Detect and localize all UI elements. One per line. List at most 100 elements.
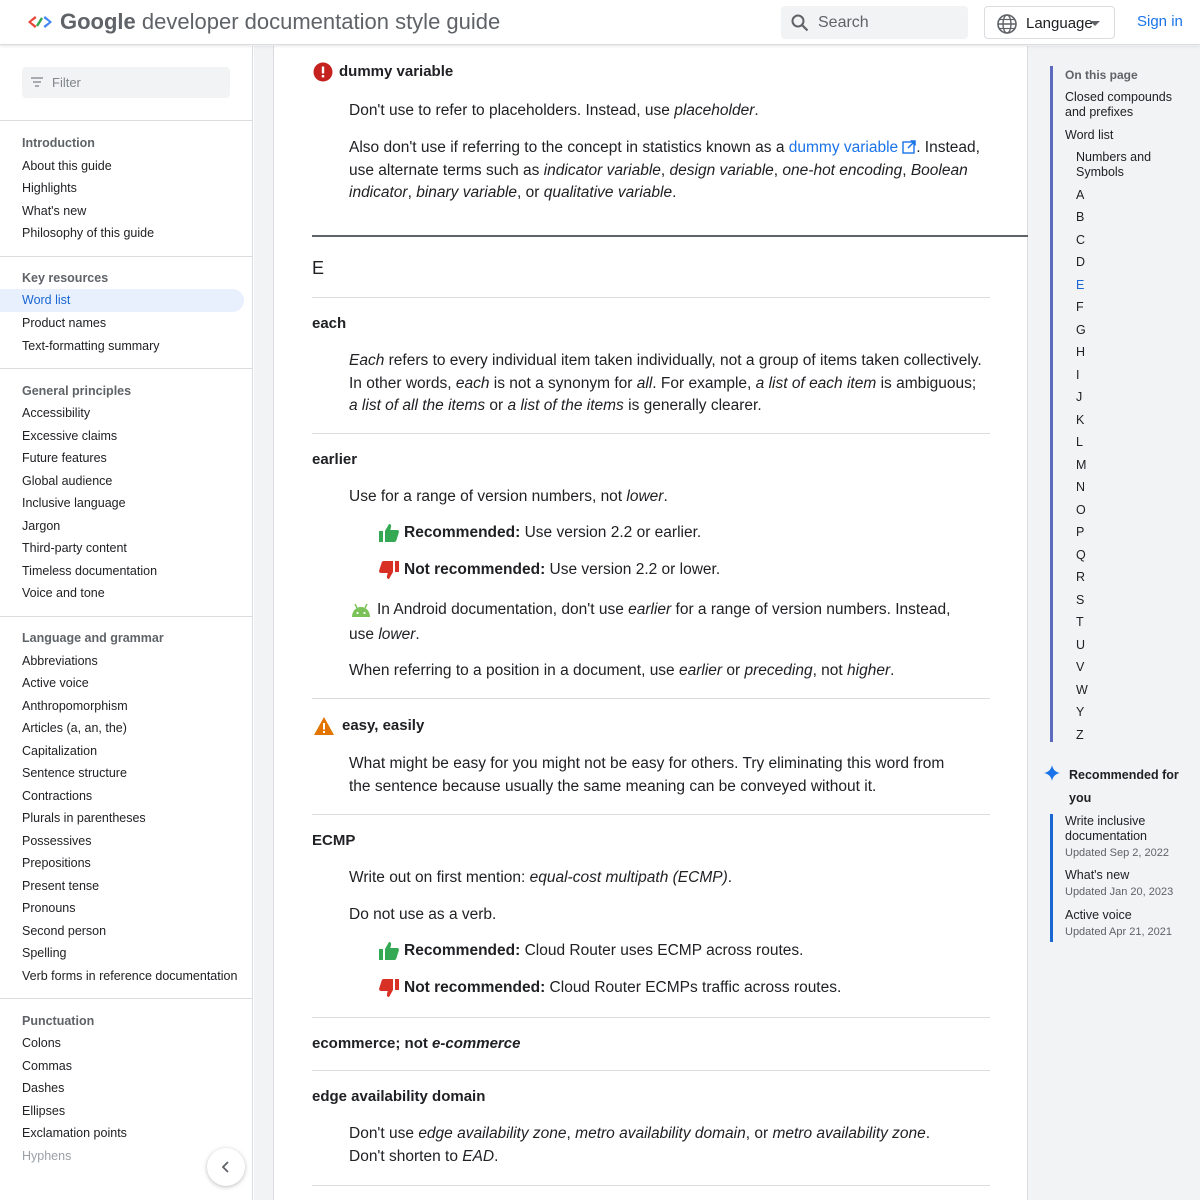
toc-item-word-list[interactable]: Word list — [1065, 128, 1185, 143]
nav-item-articles[interactable]: Articles (a, an, the) — [22, 721, 127, 735]
toc-letter-h[interactable]: H — [1076, 345, 1085, 359]
nav-item-jargon[interactable]: Jargon — [22, 519, 60, 533]
language-selector[interactable]: Language — [984, 6, 1115, 39]
ecmp-paragraph-2: Do not use as a verb. — [349, 906, 497, 923]
nav-item-excessive-claims[interactable]: Excessive claims — [22, 429, 117, 443]
nav-divider — [0, 256, 252, 257]
error-icon — [313, 62, 333, 82]
each-paragraph: Each refers to every individual item tak… — [349, 352, 982, 414]
nav-item-hyphens[interactable]: Hyphens — [22, 1149, 71, 1163]
toc-letter-w[interactable]: W — [1076, 683, 1088, 697]
term-ecmp: ECMP — [312, 832, 356, 849]
toc-letter-c[interactable]: C — [1076, 233, 1085, 247]
nav-item-pronouns[interactable]: Pronouns — [22, 901, 76, 915]
recommended-date: Updated Jan 20, 2023 — [1065, 886, 1174, 898]
toc-letter-l[interactable]: L — [1076, 435, 1083, 449]
nav-item-highlights[interactable]: Highlights — [22, 181, 77, 195]
nav-item-timeless[interactable]: Timeless documentation — [22, 564, 157, 578]
nav-item-contractions[interactable]: Contractions — [22, 789, 92, 803]
nav-item-word-list[interactable]: Word list — [0, 289, 244, 312]
nav-item-prepositions[interactable]: Prepositions — [22, 856, 91, 870]
nav-item-anthropomorphism[interactable]: Anthropomorphism — [22, 699, 128, 713]
search-input[interactable]: Search — [781, 6, 968, 39]
toc-letter-r[interactable]: R — [1076, 570, 1085, 584]
nav-item-philosophy[interactable]: Philosophy of this guide — [22, 226, 154, 240]
toc-letter-f[interactable]: F — [1076, 300, 1084, 314]
toc-letter-j[interactable]: J — [1076, 390, 1082, 404]
nav-item-text-formatting[interactable]: Text-formatting summary — [22, 339, 160, 353]
nav-item-plurals[interactable]: Plurals in parentheses — [22, 811, 146, 825]
toc-letter-v[interactable]: V — [1076, 660, 1084, 674]
toc-letter-e[interactable]: E — [1076, 278, 1084, 292]
toc-indicator-bar — [1050, 66, 1053, 742]
nav-item-third-party[interactable]: Third-party content — [22, 541, 127, 555]
toc-letter-s[interactable]: S — [1076, 593, 1084, 607]
nav-item-exclamation-points[interactable]: Exclamation points — [22, 1126, 127, 1140]
toc-letter-u[interactable]: U — [1076, 638, 1085, 652]
toc-letter-q[interactable]: Q — [1076, 548, 1086, 562]
earlier-paragraph-1: Use for a range of version numbers, not … — [349, 488, 668, 505]
toc-letter-a[interactable]: A — [1076, 188, 1084, 202]
nav-item-active-voice[interactable]: Active voice — [22, 676, 89, 690]
filter-input[interactable]: Filter — [22, 67, 230, 98]
entry-divider — [312, 433, 990, 434]
nav-item-about[interactable]: About this guide — [22, 159, 112, 173]
toc-letter-y[interactable]: Y — [1076, 705, 1084, 719]
toc-letter-t[interactable]: T — [1076, 615, 1084, 629]
warning-icon — [314, 717, 334, 735]
recommended-date: Updated Sep 2, 2022 — [1065, 847, 1169, 859]
earlier-android-note: In Android documentation, don't use earl… — [349, 601, 951, 643]
search-placeholder: Search — [818, 14, 869, 31]
nav-item-capitalization[interactable]: Capitalization — [22, 744, 97, 758]
collapse-nav-button[interactable] — [207, 1148, 245, 1186]
toc-letter-b[interactable]: B — [1076, 210, 1084, 224]
recommended-link-whats-new[interactable]: What's new — [1065, 868, 1185, 883]
thumbs-down-icon — [379, 979, 399, 997]
external-link-icon[interactable] — [902, 140, 916, 154]
nav-item-voice-tone[interactable]: Voice and tone — [22, 586, 105, 600]
nav-item-whats-new[interactable]: What's new — [22, 204, 86, 218]
nav-item-ellipses[interactable]: Ellipses — [22, 1104, 65, 1118]
toc-title: On this page — [1065, 68, 1138, 82]
term-each: each — [312, 315, 347, 332]
recommended-link-inclusive[interactable]: Write inclusive documentation — [1065, 814, 1185, 844]
toc-letter-d[interactable]: D — [1076, 255, 1085, 269]
edge-paragraph: Don't use edge availability zone, metro … — [349, 1125, 931, 1165]
toc-item-closed-compounds[interactable]: Closed compounds and prefixes — [1065, 90, 1185, 120]
nav-item-global-audience[interactable]: Global audience — [22, 474, 112, 488]
site-title[interactable]: Google developer documentation style gui… — [60, 9, 500, 35]
nav-item-present-tense[interactable]: Present tense — [22, 879, 99, 893]
nav-item-commas[interactable]: Commas — [22, 1059, 72, 1073]
sign-in-link[interactable]: Sign in — [1137, 13, 1183, 30]
toc-letter-i[interactable]: I — [1076, 368, 1079, 382]
toc-letter-m[interactable]: M — [1076, 458, 1086, 472]
nav-item-future-features[interactable]: Future features — [22, 451, 107, 465]
toc-letter-k[interactable]: K — [1076, 413, 1084, 427]
thumbs-up-icon — [379, 524, 399, 542]
brand-name: Google — [60, 9, 136, 34]
nav-item-abbreviations[interactable]: Abbreviations — [22, 654, 98, 668]
toc-item-numbers-symbols[interactable]: Numbers and Symbols — [1076, 150, 1186, 180]
nav-item-accessibility[interactable]: Accessibility — [22, 406, 90, 420]
nav-item-product-names[interactable]: Product names — [22, 316, 106, 330]
recommended-link-active-voice[interactable]: Active voice — [1065, 908, 1185, 923]
toc-letter-g[interactable]: G — [1076, 323, 1086, 337]
nav-item-spelling[interactable]: Spelling — [22, 946, 66, 960]
nav-item-verb-forms[interactable]: Verb forms in reference documentation — [22, 969, 237, 983]
dummy-variable-link[interactable]: dummy variable — [789, 139, 898, 156]
google-developers-logo-icon[interactable] — [26, 12, 54, 32]
nav-item-possessives[interactable]: Possessives — [22, 834, 91, 848]
filter-icon — [31, 77, 43, 87]
nav-item-inclusive-language[interactable]: Inclusive language — [22, 496, 126, 510]
nav-item-second-person[interactable]: Second person — [22, 924, 106, 938]
toc-letter-p[interactable]: P — [1076, 525, 1084, 539]
toc-letter-o[interactable]: O — [1076, 503, 1086, 517]
left-navigation: Filter Introduction About this guide Hig… — [0, 46, 253, 1200]
nav-item-dashes[interactable]: Dashes — [22, 1081, 64, 1095]
nav-item-colons[interactable]: Colons — [22, 1036, 61, 1050]
dummy-paragraph-2: Also don't use if referring to the conce… — [349, 139, 980, 201]
search-icon — [791, 14, 809, 32]
toc-letter-z[interactable]: Z — [1076, 728, 1084, 742]
toc-letter-n[interactable]: N — [1076, 480, 1085, 494]
nav-item-sentence-structure[interactable]: Sentence structure — [22, 766, 127, 780]
